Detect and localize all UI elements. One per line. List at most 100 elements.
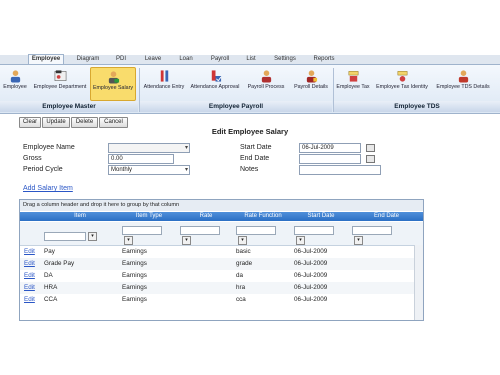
- filter-start-date-input[interactable]: [294, 226, 334, 235]
- item-type-cell: Earnings: [122, 260, 147, 267]
- filter-icon[interactable]: ▾: [238, 236, 247, 245]
- column-header-start-date[interactable]: Start Date: [292, 212, 350, 221]
- page-title: Edit Employee Salary: [211, 127, 289, 136]
- start-date-cell: 06-Jul-2009: [294, 260, 328, 267]
- employee-tax-label: Employee Tax: [336, 84, 370, 90]
- item-cell: Grade Pay: [44, 260, 75, 267]
- grid-scrollbar[interactable]: [414, 245, 423, 320]
- column-header-rate[interactable]: Rate: [178, 212, 234, 221]
- employee-tds-details-label: Employee TDS Details: [436, 84, 490, 90]
- item-type-cell: Earnings: [122, 248, 147, 255]
- tab-settings[interactable]: Settings: [270, 55, 300, 64]
- attendance-approval-label: Attendance Approval: [190, 84, 240, 90]
- column-header-item-type[interactable]: Item Type: [120, 212, 178, 221]
- start-date-cell: 06-Jul-2009: [294, 248, 328, 255]
- tab-reports[interactable]: Reports: [310, 55, 338, 64]
- filter-rate-input[interactable]: [180, 226, 220, 235]
- filter-icon[interactable]: ▾: [354, 236, 363, 245]
- filter-rate-function-input[interactable]: [236, 226, 276, 235]
- employee-department-label: Employee Department: [33, 84, 87, 90]
- employee-tax-identity-button[interactable]: Employee Tax Identity: [373, 67, 431, 99]
- attendance-approval-button[interactable]: Attendance Approval: [189, 67, 241, 99]
- start-date-cell: 06-Jul-2009: [294, 272, 328, 279]
- payroll-process-label: Payroll Process: [247, 84, 285, 90]
- column-header-end-date[interactable]: End Date: [350, 212, 423, 221]
- tax-icon: [348, 71, 358, 82]
- add-salary-item-link[interactable]: Add Salary Item: [23, 185, 73, 192]
- rate-function-cell: hra: [236, 284, 246, 291]
- tab-employee[interactable]: Employee: [28, 54, 64, 64]
- end-date-calendar-icon[interactable]: [366, 155, 375, 163]
- gross-label: Gross: [23, 155, 42, 162]
- start-date-calendar-icon[interactable]: [366, 144, 375, 152]
- payroll-details-icon: [306, 70, 317, 83]
- filter-icon[interactable]: ▾: [182, 236, 191, 245]
- salary-icon: [108, 71, 119, 84]
- group-employee-payroll: Employee Payroll: [140, 101, 332, 112]
- payroll-details-button[interactable]: Payroll Details: [290, 67, 332, 99]
- start-date-cell: 06-Jul-2009: [294, 296, 328, 303]
- tab-payroll[interactable]: Payroll: [206, 55, 234, 64]
- rate-function-cell: basic: [236, 248, 251, 255]
- item-cell: HRA: [44, 284, 58, 291]
- notes-label: Notes: [240, 166, 259, 173]
- rate-function-cell: grade: [236, 260, 253, 267]
- payroll-process-button[interactable]: Payroll Process: [244, 67, 288, 99]
- employee-button[interactable]: Employee: [2, 67, 28, 99]
- employee-name-dropdown[interactable]: [108, 143, 190, 153]
- edit-link[interactable]: Edit: [24, 294, 35, 306]
- group-employee-tds: Employee TDS: [334, 101, 500, 112]
- ribbon: Employee Employee Department Employee Sa…: [0, 65, 500, 114]
- tab-loan[interactable]: Loan: [176, 55, 196, 64]
- item-type-cell: Earnings: [122, 284, 147, 291]
- rate-function-cell: cca: [236, 296, 246, 303]
- department-icon: [54, 70, 66, 81]
- column-header-edit: [20, 212, 40, 221]
- table-row: Edit CCA Earnings cca 06-Jul-2009: [20, 294, 414, 306]
- tab-diagram[interactable]: Diagram: [74, 55, 102, 64]
- table-row: Edit HRA Earnings hra 06-Jul-2009: [20, 282, 414, 294]
- attendance-entry-button[interactable]: Attendance Entry: [142, 67, 186, 99]
- employee-department-button[interactable]: Employee Department: [31, 67, 89, 99]
- attendance-entry-icon: [160, 70, 168, 82]
- gross-input[interactable]: 0.00: [108, 154, 174, 164]
- employee-tds-details-button[interactable]: Employee TDS Details: [433, 67, 493, 99]
- filter-row: ▾ ▾ ▾ ▾ ▾ ▾: [20, 222, 423, 246]
- tab-list[interactable]: List: [244, 55, 258, 64]
- notes-input[interactable]: [299, 165, 381, 175]
- end-date-input[interactable]: [299, 154, 361, 164]
- item-cell: DA: [44, 272, 53, 279]
- tab-leave[interactable]: Leave: [142, 55, 164, 64]
- end-date-label: End Date: [240, 155, 270, 162]
- employee-salary-button[interactable]: Employee Salary: [90, 67, 136, 101]
- column-header-item[interactable]: Item: [40, 212, 120, 221]
- edit-link[interactable]: Edit: [24, 258, 35, 270]
- table-row: Edit DA Earnings da 06-Jul-2009: [20, 270, 414, 282]
- group-by-drop-area[interactable]: Drag a column header and drop it here to…: [20, 200, 423, 211]
- filter-item-type-input[interactable]: [122, 226, 162, 235]
- table-row: Edit Pay Earnings basic 06-Jul-2009: [20, 246, 414, 258]
- filter-icon[interactable]: ▾: [124, 236, 133, 245]
- item-cell: Pay: [44, 248, 55, 255]
- start-date-input[interactable]: 06-Jul-2009: [299, 143, 361, 153]
- edit-link[interactable]: Edit: [24, 246, 35, 258]
- filter-icon[interactable]: ▾: [296, 236, 305, 245]
- filter-end-date-input[interactable]: [352, 226, 392, 235]
- table-row: Edit Grade Pay Earnings grade 06-Jul-200…: [20, 258, 414, 270]
- payroll-app-window: Employee Diagram PDI Leave Loan Payroll …: [0, 54, 500, 321]
- edit-link[interactable]: Edit: [24, 270, 35, 282]
- filter-icon[interactable]: ▾: [88, 232, 97, 241]
- tax-identity-icon: [397, 71, 407, 82]
- period-cycle-dropdown[interactable]: Monthly: [108, 165, 190, 175]
- tab-pdi[interactable]: PDI: [112, 55, 130, 64]
- employee-tax-identity-label: Employee Tax Identity: [376, 84, 428, 90]
- employee-tax-button[interactable]: Employee Tax: [335, 67, 371, 99]
- column-header-rate-function[interactable]: Rate Function: [234, 212, 292, 221]
- payroll-process-icon: [261, 70, 271, 83]
- edit-link[interactable]: Edit: [24, 282, 35, 294]
- start-date-cell: 06-Jul-2009: [294, 284, 328, 291]
- start-date-label: Start Date: [240, 144, 272, 151]
- filter-item-input[interactable]: [44, 232, 86, 241]
- item-type-cell: Earnings: [122, 296, 147, 303]
- item-type-cell: Earnings: [122, 272, 147, 279]
